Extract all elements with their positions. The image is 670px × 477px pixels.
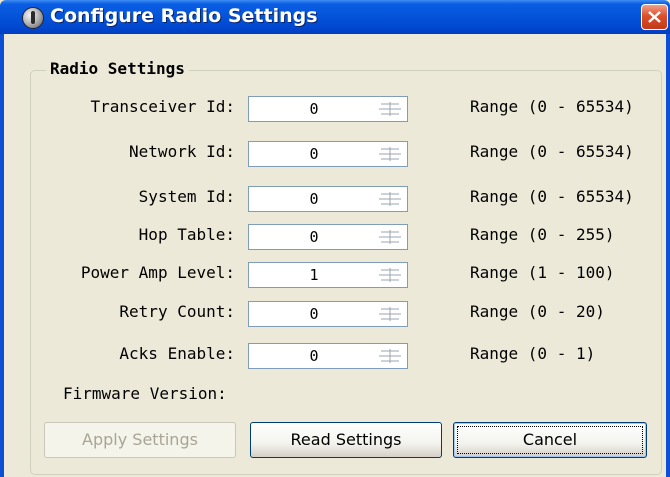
power-amp-level-range: Range (1 - 100) (470, 263, 615, 282)
group-legend: Radio Settings (46, 59, 189, 78)
cancel-button[interactable]: Cancel (453, 422, 647, 458)
system-id-label: System Id: (138, 187, 235, 206)
system-id-range: Range (0 - 65534) (470, 187, 634, 206)
close-button[interactable] (641, 4, 668, 30)
power-amp-level-value[interactable]: 1 (249, 266, 379, 284)
window-title: Configure Radio Settings (50, 5, 318, 27)
spin-arrows-icon[interactable] (379, 267, 401, 283)
radio-icon (22, 7, 44, 29)
transceiver-id-spinner[interactable]: 0 (248, 96, 408, 122)
spin-arrows-icon[interactable] (379, 306, 401, 322)
acks-enable-spinner[interactable]: 0 (248, 343, 408, 369)
apply-settings-button[interactable]: Apply Settings (44, 422, 236, 458)
acks-enable-label: Acks Enable: (119, 344, 235, 363)
retry-count-value[interactable]: 0 (249, 305, 379, 323)
transceiver-id-label: Transceiver Id: (90, 97, 236, 116)
focus-rectangle (457, 426, 643, 454)
firmware-version-label: Firmware Version: (63, 384, 227, 403)
acks-enable-value[interactable]: 0 (249, 347, 379, 365)
hop-table-spinner[interactable]: 0 (248, 224, 408, 250)
spin-arrows-icon[interactable] (379, 191, 401, 207)
system-id-value[interactable]: 0 (249, 190, 379, 208)
spin-arrows-icon[interactable] (379, 348, 401, 364)
power-amp-level-label: Power Amp Level: (80, 263, 235, 282)
network-id-value[interactable]: 0 (249, 145, 379, 163)
spin-arrows-icon[interactable] (379, 146, 401, 162)
window-frame-right (666, 34, 670, 477)
hop-table-label: Hop Table: (138, 225, 235, 244)
spin-arrows-icon[interactable] (379, 229, 401, 245)
spin-arrows-icon[interactable] (379, 101, 401, 117)
retry-count-range: Range (0 - 20) (470, 302, 605, 321)
hop-table-value[interactable]: 0 (249, 228, 379, 246)
transceiver-id-value[interactable]: 0 (249, 100, 379, 118)
transceiver-id-range: Range (0 - 65534) (470, 97, 634, 116)
power-amp-level-spinner[interactable]: 1 (248, 262, 408, 288)
hop-table-range: Range (0 - 255) (470, 225, 615, 244)
configure-radio-dialog: Configure Radio Settings Radio Settings … (0, 0, 670, 477)
close-icon (648, 11, 661, 23)
system-id-spinner[interactable]: 0 (248, 186, 408, 212)
title-bar[interactable]: Configure Radio Settings (0, 0, 670, 34)
retry-count-label: Retry Count: (119, 302, 235, 321)
acks-enable-range: Range (0 - 1) (470, 344, 596, 363)
network-id-range: Range (0 - 65534) (470, 142, 634, 161)
network-id-label: Network Id: (129, 142, 235, 161)
network-id-spinner[interactable]: 0 (248, 141, 408, 167)
retry-count-spinner[interactable]: 0 (248, 301, 408, 327)
read-settings-button[interactable]: Read Settings (250, 422, 442, 458)
window-frame-left (0, 34, 4, 477)
